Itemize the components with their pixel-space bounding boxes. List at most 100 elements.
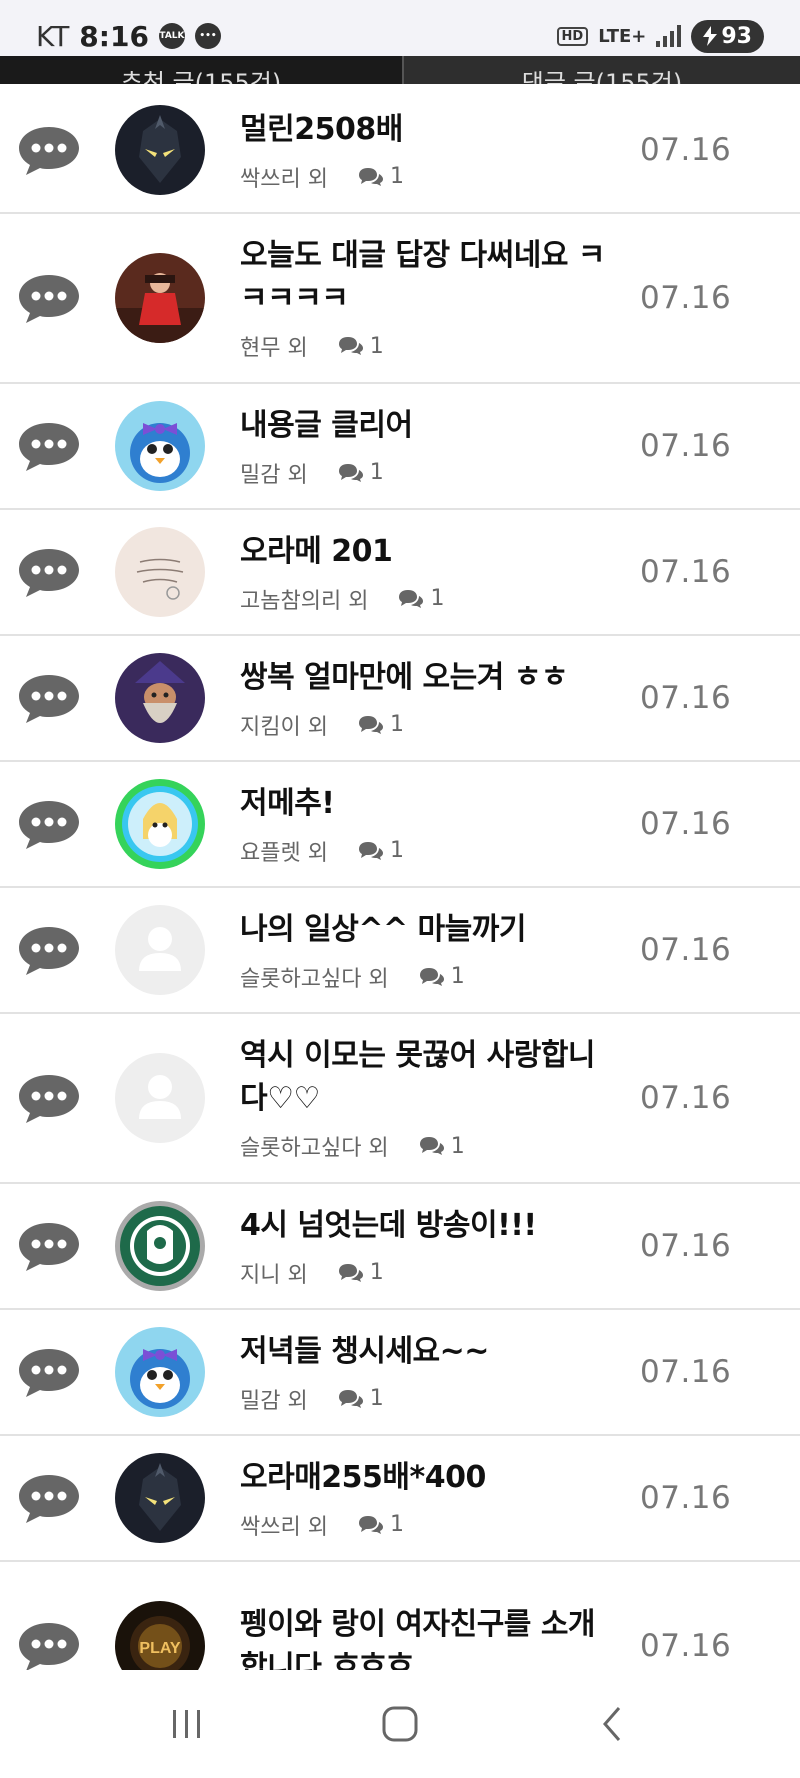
avatar[interactable] (115, 527, 205, 617)
list-item[interactable]: PLAY 펭이와 랑이 여자친구를 소개합니다.흐흐흐 07.16 (0, 1562, 800, 1670)
post-title[interactable]: 쌍복 얼마만에 오는겨 ㅎㅎ (240, 656, 620, 699)
post-title[interactable]: 멀린2508배 (240, 108, 620, 151)
post-date: 07.16 (640, 428, 732, 464)
comment-count: 1 (430, 586, 445, 611)
signal-icon (656, 25, 682, 47)
comments-icon (358, 841, 384, 861)
post-author: 요플렛 외 (240, 840, 328, 866)
list-item[interactable]: 오라메 201 고놈참의리 외 1 07.16 (0, 510, 800, 636)
post-author: 밀감 외 (240, 1388, 308, 1414)
svg-text:PLAY: PLAY (139, 1640, 181, 1657)
chat-bubble-icon (16, 546, 82, 598)
battery-level: 93 (721, 23, 752, 49)
default-avatar[interactable] (115, 905, 205, 995)
default-avatar[interactable] (115, 1053, 205, 1143)
comment-count: 1 (389, 838, 404, 863)
carrier-label: KT (36, 19, 70, 53)
comment-count: 1 (450, 1133, 465, 1159)
back-icon (603, 1707, 621, 1741)
charging-bolt-icon (703, 26, 718, 46)
network-type: LTE+ (598, 25, 647, 47)
kakaotalk-notification-icon: TALK (158, 23, 185, 49)
avatar[interactable] (115, 1201, 205, 1291)
chat-bubble-icon (16, 124, 82, 176)
comments-icon (398, 589, 424, 609)
post-author: 지킴이 외 (240, 714, 328, 740)
post-title[interactable]: 내용글 클리어 (240, 404, 620, 447)
avatar[interactable] (115, 253, 205, 343)
post-title[interactable]: 펭이와 랑이 여자친구를 소개합니다.흐흐흐 (240, 1603, 620, 1670)
post-list: 멀린2508배 싹쓰리 외 1 07.16 오늘도 대글 답장 다써네요 ㅋㅋㅋ… (0, 88, 800, 1670)
post-author: 밀감 외 (240, 462, 308, 488)
post-date: 07.16 (640, 680, 732, 716)
comments-icon (419, 967, 445, 987)
home-button[interactable] (370, 1694, 430, 1754)
comment-count: 1 (369, 1260, 384, 1285)
chat-bubble-icon (16, 1220, 82, 1272)
avatar[interactable] (115, 653, 205, 743)
comments-icon (338, 1263, 364, 1283)
post-date: 07.16 (640, 554, 732, 590)
message-notification-icon: ••• (194, 23, 221, 49)
recent-apps-icon (172, 1710, 200, 1738)
post-title[interactable]: 나의 일상^^ 마늘까기 (240, 908, 620, 951)
post-title[interactable]: 역시 이모는 못끊어 사랑합니다♡♡ (240, 1034, 620, 1120)
tab-comments[interactable]: 댓글 글(155건) (402, 56, 800, 84)
tab-strip: 추천 글(155건) 댓글 글(155건) (0, 56, 800, 86)
post-date: 07.16 (640, 806, 732, 842)
avatar[interactable] (115, 401, 205, 491)
comment-count: 1 (369, 333, 384, 359)
chat-bubble-icon (16, 1346, 82, 1398)
comments-icon (338, 336, 364, 356)
tab-label: 댓글 글(155건) (521, 69, 683, 84)
post-title[interactable]: 오라매255배*400 (240, 1456, 620, 1499)
comment-count: 1 (389, 1512, 404, 1537)
post-date: 07.16 (640, 1228, 732, 1264)
list-item[interactable]: 역시 이모는 못끊어 사랑합니다♡♡ 슬롯하고싶다 외 1 07.16 (0, 1014, 800, 1184)
comment-count: 1 (389, 712, 404, 737)
list-item[interactable]: 멀린2508배 싹쓰리 외 1 07.16 (0, 88, 800, 214)
avatar[interactable] (115, 1327, 205, 1417)
chat-bubble-icon (16, 1620, 82, 1670)
comments-icon (358, 167, 384, 187)
chat-bubble-icon (16, 1072, 82, 1124)
list-item[interactable]: 저메추! 요플렛 외 1 07.16 (0, 762, 800, 888)
post-title[interactable]: 오라메 201 (240, 530, 620, 573)
post-title[interactable]: 저메추! (240, 782, 620, 825)
comments-icon (338, 463, 364, 483)
avatar[interactable] (115, 779, 205, 869)
list-item[interactable]: 4시 넘엇는데 방송이!!! 지니 외 1 07.16 (0, 1184, 800, 1310)
avatar[interactable] (115, 1453, 205, 1543)
tab-recommended[interactable]: 추천 글(155건) (0, 56, 402, 84)
chat-bubble-icon (16, 798, 82, 850)
post-author: 싹쓰리 외 (240, 166, 328, 192)
post-date: 07.16 (640, 280, 732, 316)
avatar[interactable]: PLAY (115, 1601, 205, 1670)
list-item[interactable]: 내용글 클리어 밀감 외 1 07.16 (0, 384, 800, 510)
battery-indicator: 93 (691, 19, 764, 53)
list-item[interactable]: 쌍복 얼마만에 오는겨 ㅎㅎ 지킴이 외 1 07.16 (0, 636, 800, 762)
list-item[interactable]: 오늘도 대글 답장 다써네요 ㅋㅋㅋㅋㅋ 현무 외 1 07.16 (0, 214, 800, 384)
comments-icon (358, 1515, 384, 1535)
comment-count: 1 (369, 460, 384, 485)
post-date: 07.16 (640, 1080, 732, 1116)
list-item[interactable]: 저녁들 챙시세요~~ 밀감 외 1 07.16 (0, 1310, 800, 1436)
post-title[interactable]: 4시 넘엇는데 방송이!!! (240, 1204, 620, 1247)
tab-label: 추천 글(155건) (120, 69, 282, 84)
list-item[interactable]: 나의 일상^^ 마늘까기 슬롯하고싶다 외 1 07.16 (0, 888, 800, 1014)
post-author: 현무 외 (240, 336, 308, 361)
chat-bubble-icon (16, 1472, 82, 1524)
post-title[interactable]: 오늘도 대글 답장 다써네요 ㅋㅋㅋㅋㅋ (240, 234, 620, 320)
navigation-bar (0, 1670, 800, 1778)
post-date: 07.16 (640, 132, 732, 168)
post-title[interactable]: 저녁들 챙시세요~~ (240, 1330, 620, 1373)
comment-count: 1 (369, 1386, 384, 1411)
back-button[interactable] (583, 1694, 643, 1754)
list-item[interactable]: 오라매255배*400 싹쓰리 외 1 07.16 (0, 1436, 800, 1562)
recent-apps-button[interactable] (157, 1694, 217, 1754)
avatar[interactable] (115, 105, 205, 195)
home-icon (382, 1706, 418, 1742)
chat-bubble-icon (16, 672, 82, 724)
post-author: 지니 외 (240, 1262, 308, 1288)
post-author: 고놈참의리 외 (240, 588, 369, 614)
